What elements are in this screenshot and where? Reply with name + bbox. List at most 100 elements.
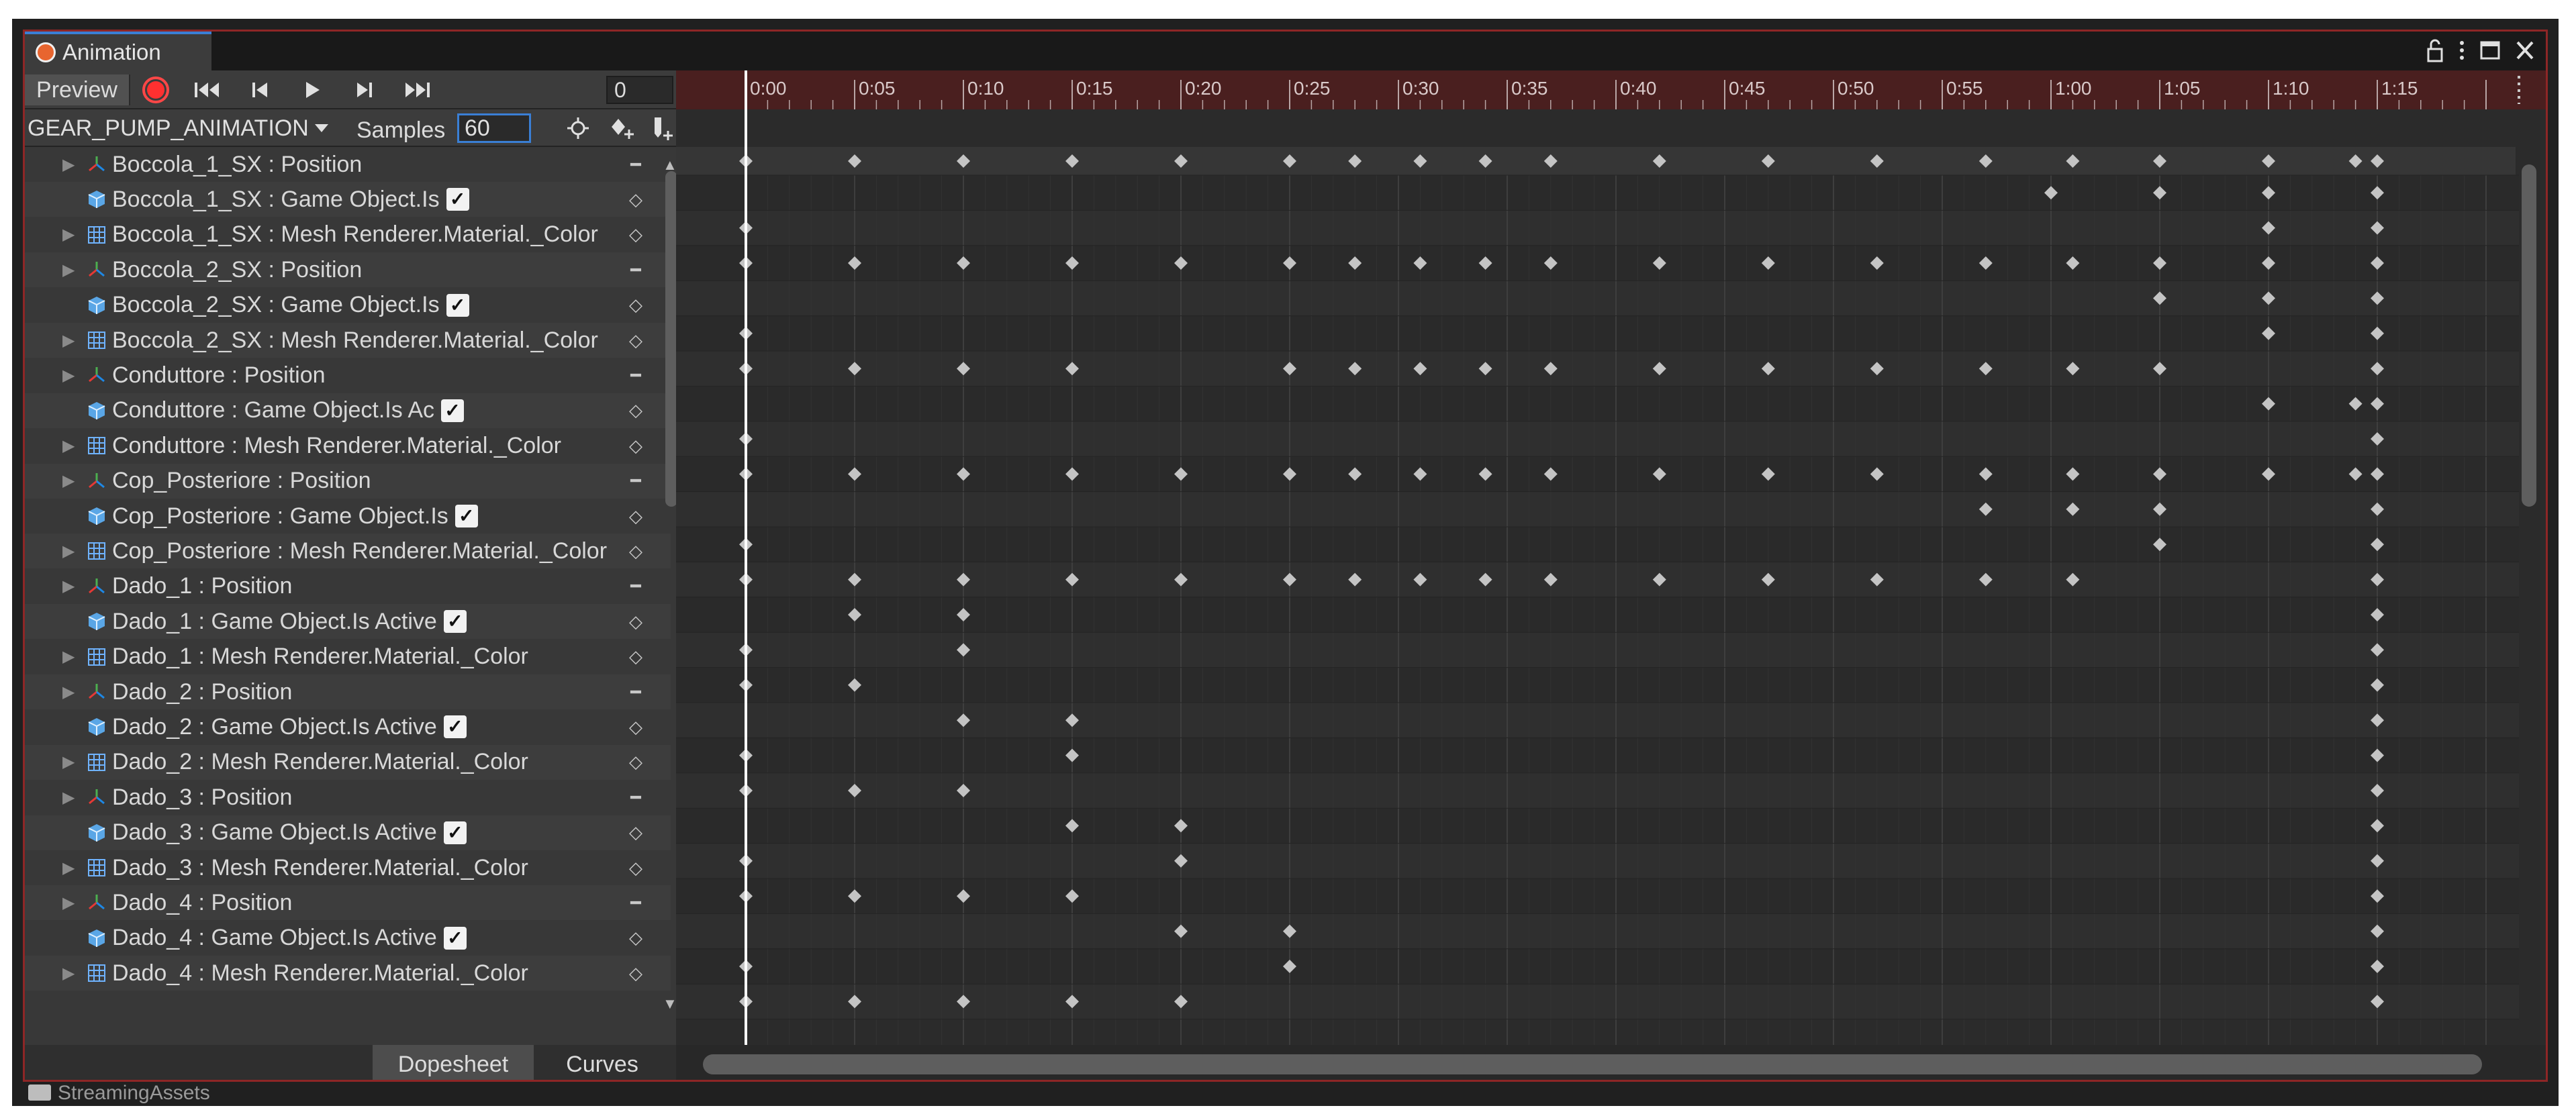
expand-arrow-icon[interactable]: ▶ [62, 964, 75, 983]
previous-keyframe-button[interactable] [236, 74, 284, 105]
keyframe-toggle-icon[interactable]: ◇ [616, 295, 656, 315]
keyframe-toggle-icon[interactable]: ◇ [616, 822, 656, 843]
active-checkbox[interactable]: ✓ [455, 505, 478, 527]
property-row[interactable]: Conduttore : Game Object.Is Ac ✓ ◇ [25, 393, 671, 428]
preview-button[interactable]: Preview [25, 74, 130, 105]
keyframe-toggle-icon[interactable]: ━ [616, 893, 656, 913]
property-row[interactable]: ▶ Dado_1 : Position ━ [25, 569, 671, 604]
property-row[interactable]: Dado_4 : Game Object.Is Active ✓ ◇ [25, 921, 671, 956]
expand-arrow-icon[interactable]: ▶ [62, 788, 75, 807]
expand-arrow-icon[interactable]: ▶ [62, 436, 75, 456]
samples-input[interactable]: 60 [457, 113, 531, 143]
expand-arrow-icon[interactable]: ▶ [62, 471, 75, 491]
add-event-button[interactable] [649, 113, 676, 143]
keyframe-toggle-icon[interactable]: ◇ [616, 541, 656, 562]
next-keyframe-button[interactable] [340, 74, 389, 105]
play-button[interactable] [288, 74, 336, 105]
property-row[interactable]: ▶ Dado_2 : Position ━ [25, 674, 671, 709]
property-row[interactable]: ▶ Conduttore : Mesh Renderer.Material._Co… [25, 428, 671, 463]
property-row[interactable]: Cop_Posteriore : Game Object.Is ✓ ◇ [25, 499, 671, 534]
keyframe-toggle-icon[interactable]: ━ [616, 576, 656, 597]
snap-button[interactable] [558, 113, 598, 143]
maximize-icon[interactable] [2479, 37, 2501, 64]
property-row[interactable]: ▶ Conduttore : Position ━ [25, 358, 671, 393]
expand-arrow-icon[interactable]: ▶ [62, 260, 75, 280]
tab-curves[interactable]: Curves [535, 1045, 669, 1080]
keyframe-toggle-icon[interactable]: ◇ [616, 436, 656, 456]
property-row[interactable]: Boccola_1_SX : Game Object.Is ✓ ◇ [25, 182, 671, 217]
keyframe-toggle-icon[interactable]: ◇ [616, 506, 656, 527]
property-row[interactable]: ▶ Dado_3 : Mesh Renderer.Material._Color ◇ [25, 850, 671, 885]
expand-arrow-icon[interactable]: ▶ [62, 683, 75, 702]
expand-arrow-icon[interactable]: ▶ [62, 647, 75, 666]
tab-animation[interactable]: Animation [25, 32, 211, 70]
property-row[interactable]: ▶ Boccola_2_SX : Position ━ [25, 252, 671, 288]
property-row[interactable]: ▶ Dado_3 : Position ━ [25, 780, 671, 815]
record-button[interactable] [132, 74, 179, 105]
property-row[interactable]: ▶ Dado_2 : Mesh Renderer.Material._Color ◇ [25, 744, 671, 780]
active-checkbox[interactable]: ✓ [443, 821, 467, 844]
property-row[interactable]: ▶ Boccola_2_SX : Mesh Renderer.Material._… [25, 323, 671, 358]
last-keyframe-button[interactable] [393, 74, 441, 105]
keyframe-toggle-icon[interactable]: ━ [616, 470, 656, 491]
expand-arrow-icon[interactable]: ▶ [62, 155, 75, 174]
keyframe-toggle-icon[interactable]: ◇ [616, 752, 656, 772]
scroll-down-icon[interactable]: ▼ [663, 995, 677, 1013]
add-keyframe-button[interactable] [602, 113, 642, 143]
keyframe-toggle-icon[interactable]: ◇ [616, 963, 656, 984]
timeline-vertical-scrollbar[interactable] [2519, 147, 2539, 1046]
property-row[interactable]: ▶ Dado_1 : Mesh Renderer.Material._Color ◇ [25, 640, 671, 674]
folder-label[interactable]: StreamingAssets [58, 1082, 210, 1105]
active-checkbox[interactable]: ✓ [446, 188, 469, 211]
keyframe-toggle-icon[interactable]: ━ [616, 682, 656, 703]
first-keyframe-button[interactable] [183, 74, 232, 105]
property-row[interactable]: ▶ Cop_Posteriore : Mesh Renderer.Material… [25, 534, 671, 569]
keyframe-toggle-icon[interactable]: ◇ [616, 717, 656, 738]
keyframe-toggle-icon[interactable]: ◇ [616, 927, 656, 948]
expand-arrow-icon[interactable]: ▶ [62, 225, 75, 244]
active-checkbox[interactable]: ✓ [441, 399, 465, 422]
active-checkbox[interactable]: ✓ [446, 293, 469, 317]
keyframe-toggle-icon[interactable]: ◇ [616, 858, 656, 878]
scrollbar-thumb[interactable] [2522, 164, 2536, 507]
keyframe-toggle-icon[interactable]: ◇ [616, 646, 656, 667]
expand-arrow-icon[interactable]: ▶ [62, 576, 75, 596]
frame-field[interactable]: 0 [606, 76, 673, 104]
active-checkbox[interactable]: ✓ [443, 610, 467, 634]
property-row[interactable]: Dado_2 : Game Object.Is Active ✓ ◇ [25, 709, 671, 744]
expand-arrow-icon[interactable]: ▶ [62, 366, 75, 385]
expand-arrow-icon[interactable]: ▶ [62, 752, 75, 772]
property-row[interactable]: ▶ Cop_Posteriore : Position ━ [25, 463, 671, 499]
timeline-horizontal-scrollbar[interactable] [676, 1045, 2546, 1080]
property-row[interactable]: Dado_1 : Game Object.Is Active ✓ ◇ [25, 604, 671, 640]
property-list-scrollbar[interactable]: ▲ ▼ [663, 156, 677, 1015]
keyframe-toggle-icon[interactable]: ━ [616, 787, 656, 808]
property-row[interactable]: Boccola_2_SX : Game Object.Is ✓ ◇ [25, 288, 671, 323]
expand-arrow-icon[interactable]: ▶ [62, 858, 75, 878]
active-checkbox[interactable]: ✓ [443, 715, 467, 739]
scrollbar-thumb[interactable] [703, 1054, 2482, 1074]
keyframe-toggle-icon[interactable]: ◇ [616, 224, 656, 245]
clip-dropdown[interactable]: GEAR_PUMP_ANIMATION [28, 113, 350, 143]
keyframe-toggle-icon[interactable]: ◇ [616, 400, 656, 421]
expand-arrow-icon[interactable]: ▶ [62, 893, 75, 913]
property-row[interactable]: ▶ Dado_4 : Position ━ [25, 885, 671, 921]
property-row[interactable]: Dado_3 : Game Object.Is Active ✓ ◇ [25, 815, 671, 850]
keyframe-toggle-icon[interactable]: ◇ [616, 189, 656, 210]
tab-dopesheet[interactable]: Dopesheet [373, 1045, 534, 1080]
property-row[interactable]: ▶ Boccola_1_SX : Mesh Renderer.Material._… [25, 217, 671, 252]
keyframe-toggle-icon[interactable]: ◇ [616, 330, 656, 351]
keyframe-toggle-icon[interactable]: ━ [616, 154, 656, 175]
close-icon[interactable] [2514, 37, 2536, 64]
keyframe-toggle-icon[interactable]: ━ [616, 260, 656, 281]
keyframe-toggle-icon[interactable]: ◇ [616, 611, 656, 632]
property-row[interactable]: ▶ Dado_4 : Mesh Renderer.Material._Color ◇ [25, 956, 671, 991]
dopesheet-timeline[interactable]: 0:00 0:05 0:10 0:15 0:20 0:25 0:30 0:35 0:40 0:45… [676, 70, 2546, 1080]
keyframe-toggle-icon[interactable]: ━ [616, 365, 656, 386]
expand-arrow-icon[interactable]: ▶ [62, 331, 75, 350]
lock-icon[interactable] [2425, 37, 2445, 64]
property-row[interactable]: ▶ Boccola_1_SX : Position ━ [25, 147, 671, 182]
expand-arrow-icon[interactable]: ▶ [62, 542, 75, 561]
more-icon[interactable] [2457, 37, 2467, 64]
timeline-canvas[interactable]: 0:00 0:05 0:10 0:15 0:20 0:25 0:30 0:35 0:40 0:45… [676, 70, 2546, 1045]
